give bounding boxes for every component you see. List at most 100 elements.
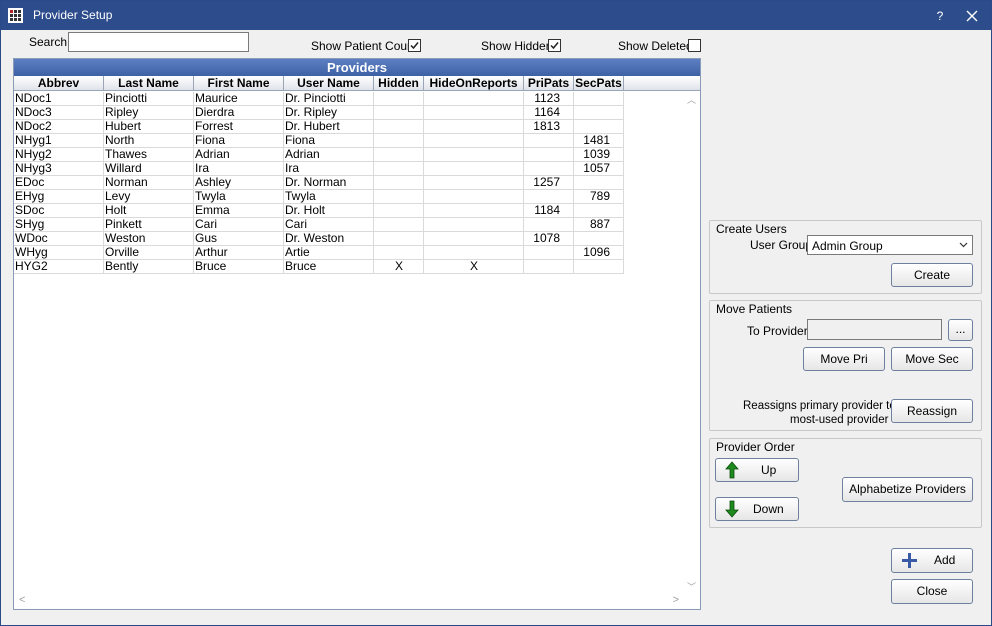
table-row[interactable]: NDoc3 Ripley Dierdra Dr. Ripley 1164 (14, 106, 624, 120)
table-cell: X (374, 260, 424, 274)
scroll-down-icon[interactable]: ﹀ (687, 580, 696, 593)
table-row[interactable]: NHyg2 Thawes Adrian Adrian 1039 (14, 148, 624, 162)
alphabetize-providers-button[interactable]: Alphabetize Providers (842, 477, 973, 502)
table-row[interactable]: SHyg Pinkett Cari Cari 887 (14, 218, 624, 232)
move-pri-button[interactable]: Move Pri (803, 347, 885, 371)
table-cell: Adrian (284, 148, 374, 162)
table-cell (574, 106, 624, 120)
table-row[interactable]: WHyg Orville Arthur Artie 1096 (14, 246, 624, 260)
table-row[interactable]: WDoc Weston Gus Dr. Weston 1078 (14, 232, 624, 246)
table-row[interactable]: NDoc2 Hubert Forrest Dr. Hubert 1813 (14, 120, 624, 134)
table-cell (424, 204, 524, 218)
table-row[interactable]: EDoc Norman Ashley Dr. Norman 1257 (14, 176, 624, 190)
column-header[interactable]: Hidden (374, 76, 424, 91)
table-cell (424, 176, 524, 190)
table-cell (374, 134, 424, 148)
table-cell (574, 176, 624, 190)
table-cell: X (424, 260, 524, 274)
table-cell: 887 (574, 218, 624, 232)
help-button[interactable]: ? (931, 7, 949, 25)
add-button[interactable]: Add (891, 548, 973, 573)
table-cell (524, 162, 574, 176)
table-cell: Bruce (194, 260, 284, 274)
chevron-down-icon (959, 242, 968, 248)
horizontal-scrollbar[interactable]: < > (15, 592, 683, 608)
table-cell: Forrest (194, 120, 284, 134)
search-label: Search (29, 35, 68, 49)
table-cell: Ira (194, 162, 284, 176)
move-down-label: Down (753, 502, 784, 516)
table-cell: Cari (284, 218, 374, 232)
show-hidden-checkbox[interactable] (548, 39, 561, 52)
table-row[interactable]: NDoc1 Pinciotti Maurice Dr. Pinciotti 1123 (14, 92, 624, 106)
grid-header: Abbrev Last Name First Name User Name Hi… (14, 76, 700, 91)
table-row[interactable]: NHyg3 Willard Ira Ira 1057 (14, 162, 624, 176)
create-button[interactable]: Create (891, 263, 973, 287)
column-header[interactable]: First Name (194, 76, 284, 91)
add-label: Add (934, 553, 956, 567)
table-row[interactable]: SDoc Holt Emma Dr. Holt 1184 (14, 204, 624, 218)
table-cell: Pinkett (104, 218, 194, 232)
browse-provider-button[interactable]: ... (948, 319, 973, 341)
table-cell: Willard (104, 162, 194, 176)
show-deleted-checkbox[interactable] (688, 39, 701, 52)
column-header[interactable]: User Name (284, 76, 374, 91)
table-cell (374, 176, 424, 190)
table-cell (424, 106, 524, 120)
move-down-button[interactable]: Down (715, 497, 799, 521)
plus-icon (902, 553, 917, 568)
show-patient-count-checkbox[interactable] (408, 39, 421, 52)
table-cell: 1481 (574, 134, 624, 148)
search-input[interactable] (68, 32, 249, 52)
checkmark-icon (410, 42, 419, 50)
scroll-right-icon[interactable]: > (673, 594, 679, 606)
column-header[interactable]: Abbrev (14, 76, 104, 91)
table-cell (424, 190, 524, 204)
table-row[interactable]: EHyg Levy Twyla Twyla 789 (14, 190, 624, 204)
column-header[interactable]: Last Name (104, 76, 194, 91)
table-cell: 1057 (574, 162, 624, 176)
table-cell: Weston (104, 232, 194, 246)
column-header[interactable]: PriPats (524, 76, 574, 91)
table-cell: NHyg1 (14, 134, 104, 148)
close-button[interactable]: Close (891, 579, 973, 604)
table-cell (374, 190, 424, 204)
table-cell: Dr. Holt (284, 204, 374, 218)
table-cell: Levy (104, 190, 194, 204)
table-row[interactable]: HYG2 Bently Bruce Bruce X X (14, 260, 624, 274)
table-cell: 1039 (574, 148, 624, 162)
table-cell (424, 134, 524, 148)
reassign-button[interactable]: Reassign (891, 399, 973, 423)
window-title: Provider Setup (33, 8, 113, 22)
table-cell: Artie (284, 246, 374, 260)
table-cell: NHyg2 (14, 148, 104, 162)
table-cell (374, 120, 424, 134)
table-cell (424, 162, 524, 176)
scroll-left-icon[interactable]: < (19, 594, 25, 606)
table-cell: Fiona (194, 134, 284, 148)
table-cell: NHyg3 (14, 162, 104, 176)
table-cell (574, 92, 624, 106)
table-cell: Gus (194, 232, 284, 246)
scroll-up-icon[interactable]: ︿ (687, 93, 696, 106)
user-group-select[interactable]: Admin Group (807, 235, 973, 255)
table-cell: North (104, 134, 194, 148)
move-sec-button[interactable]: Move Sec (891, 347, 973, 371)
column-header[interactable]: SecPats (574, 76, 624, 91)
table-row[interactable]: NHyg1 North Fiona Fiona 1481 (14, 134, 624, 148)
to-provider-field[interactable] (807, 319, 942, 340)
vertical-scrollbar[interactable]: ︿ ﹀ (683, 93, 699, 593)
table-cell: Bruce (284, 260, 374, 274)
table-cell: Bently (104, 260, 194, 274)
move-up-button[interactable]: Up (715, 458, 799, 482)
close-window-button[interactable] (961, 6, 983, 26)
table-cell: EDoc (14, 176, 104, 190)
table-cell: Twyla (194, 190, 284, 204)
table-cell: Emma (194, 204, 284, 218)
table-cell: NDoc2 (14, 120, 104, 134)
column-header[interactable]: HideOnReports (424, 76, 524, 91)
table-cell: WHyg (14, 246, 104, 260)
table-cell (524, 246, 574, 260)
table-cell: SHyg (14, 218, 104, 232)
user-group-label: User Group (750, 238, 813, 252)
